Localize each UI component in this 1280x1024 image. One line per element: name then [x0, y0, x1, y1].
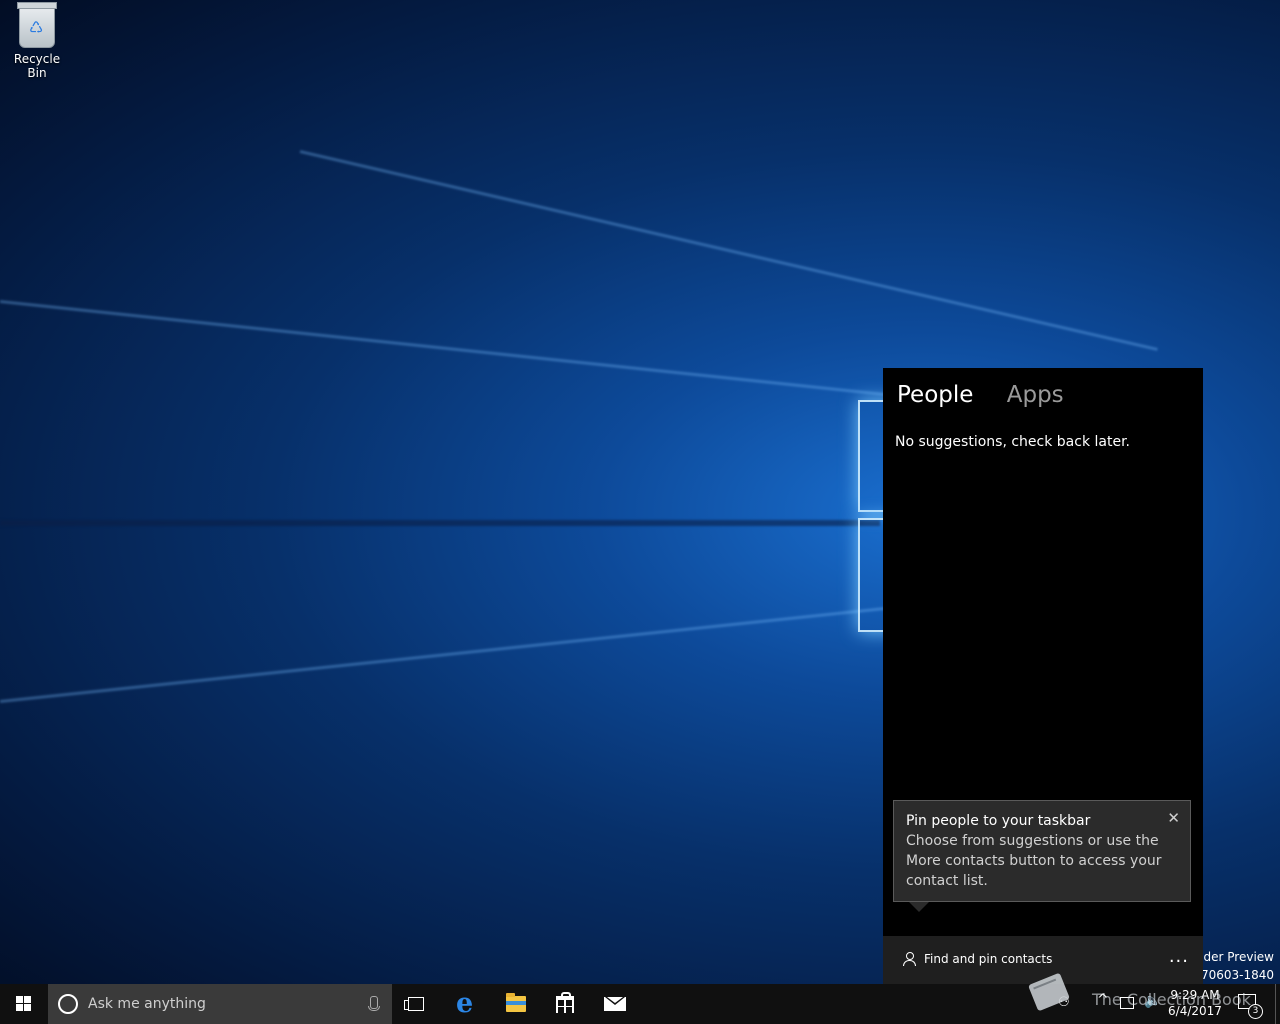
cortana-icon — [58, 994, 78, 1014]
brand-watermark-text: The Collection Book — [1092, 990, 1251, 1009]
store-icon[interactable] — [541, 984, 589, 1024]
pin-people-tip: Pin people to your taskbar Choose from s… — [893, 800, 1191, 902]
people-flyout: People Apps No suggestions, check back l… — [883, 368, 1203, 984]
microphone-icon[interactable] — [368, 996, 380, 1011]
find-contacts-label: Find and pin contacts — [924, 952, 1053, 966]
brand-watermark: The Collection Book — [1027, 970, 1280, 1024]
tab-apps[interactable]: Apps — [1007, 382, 1064, 408]
search-placeholder: Ask me anything — [88, 996, 206, 1012]
book-logo-icon — [1027, 972, 1071, 1012]
tip-arrow — [909, 902, 929, 912]
close-icon[interactable]: ✕ — [1167, 809, 1180, 827]
recycle-bin-icon: ♺ — [17, 2, 57, 48]
search-box[interactable]: Ask me anything — [48, 984, 392, 1024]
people-tabs: People Apps — [897, 382, 1090, 408]
tip-body: Choose from suggestions or use the More … — [906, 833, 1162, 889]
start-button[interactable] — [0, 984, 48, 1024]
edge-icon[interactable]: e — [443, 984, 491, 1024]
desktop-icon-recycle-bin[interactable]: ♺ Recycle Bin — [4, 2, 70, 80]
empty-suggestions-message: No suggestions, check back later. — [895, 434, 1130, 450]
tip-title: Pin people to your taskbar — [906, 813, 1091, 829]
find-and-pin-contacts-button[interactable]: Find and pin contacts — [903, 952, 1052, 966]
file-explorer-icon[interactable] — [492, 984, 540, 1024]
desktop-icon-label: Recycle Bin — [13, 52, 61, 80]
windows-logo-icon — [16, 996, 32, 1012]
tab-people[interactable]: People — [897, 382, 973, 408]
mail-icon[interactable] — [590, 984, 638, 1024]
more-options-button[interactable]: ... — [1169, 946, 1189, 967]
task-view-icon[interactable] — [392, 984, 440, 1024]
person-icon — [903, 952, 916, 966]
